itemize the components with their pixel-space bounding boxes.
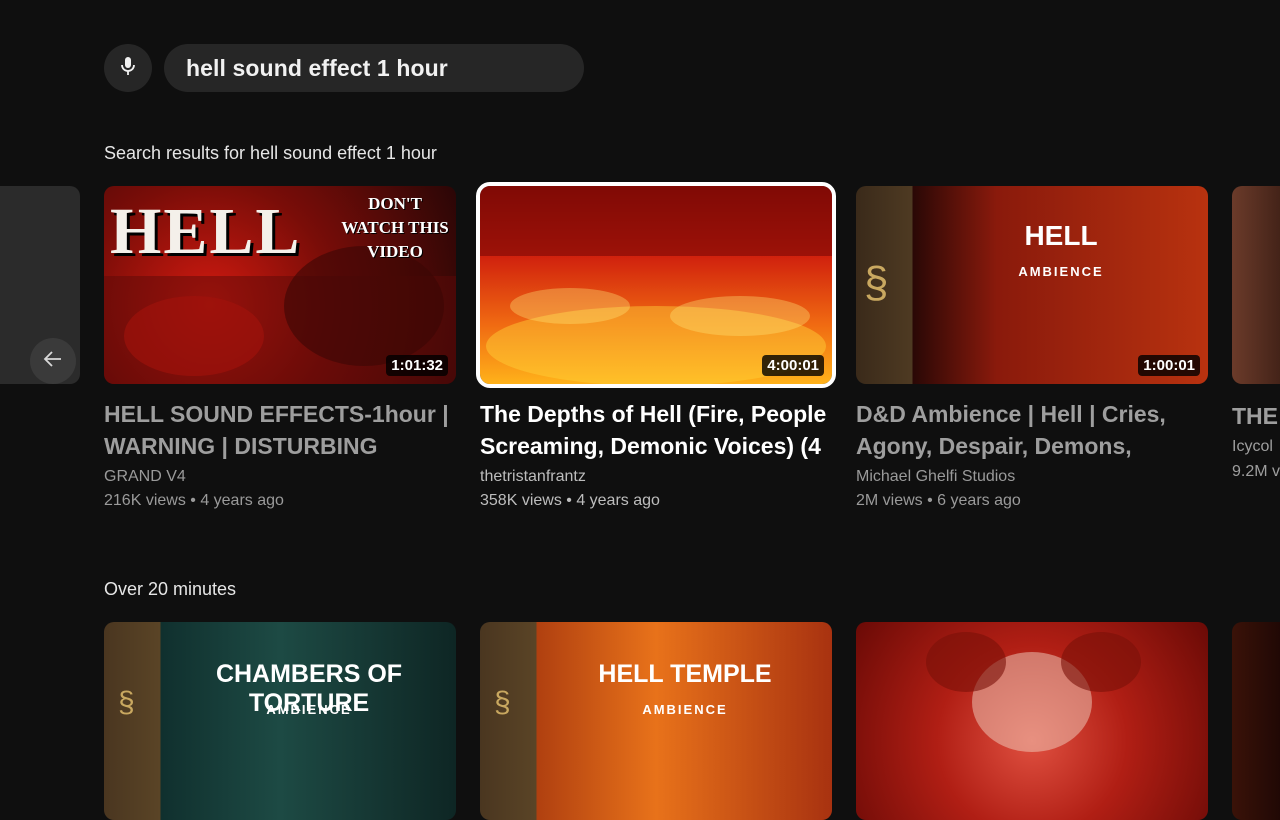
video-card[interactable]: § HELL TEMPLE AMBIENCE [480, 622, 832, 820]
microphone-icon [118, 55, 138, 82]
video-card[interactable] [856, 622, 1208, 820]
next-result-thumbnail[interactable] [1232, 622, 1280, 820]
video-thumbnail: 4:00:01 [476, 182, 836, 388]
thumbnail-title-text: HELL [1024, 220, 1098, 251]
studio-logo-icon: § [118, 686, 135, 719]
partial-video-title: THE [1232, 403, 1278, 429]
scroll-left-button[interactable] [30, 338, 76, 384]
video-duration: 1:00:01 [1138, 355, 1200, 376]
thumbnail-subtitle-text: AMBIENCE [266, 702, 352, 717]
thumbnail-art [926, 632, 1141, 752]
video-meta: 216K views • 4 years ago [104, 492, 284, 509]
channel-name: Michael Ghelfi Studios [856, 468, 1016, 485]
search-query-text: hell sound effect 1 hour [186, 54, 448, 81]
video-thumbnail: § HELL AMBIENCE 1:00:01 [856, 186, 1208, 384]
video-thumbnail: § CHAMBERS OF TORTURE AMBIENCE [104, 622, 456, 820]
thumbnail-subtitle-text: AMBIENCE [1018, 264, 1104, 279]
results-header: Search results for hell sound effect 1 h… [104, 143, 437, 163]
channel-name: thetristanfrantz [480, 468, 586, 485]
video-duration: 4:00:01 [762, 355, 824, 376]
video-meta: 358K views • 4 years ago [480, 492, 660, 509]
studio-logo-icon: § [494, 686, 511, 719]
video-thumbnail: § HELL TEMPLE AMBIENCE [480, 622, 832, 820]
partial-channel-name: Icycol [1232, 438, 1273, 455]
arrow-left-icon [42, 348, 64, 375]
video-card[interactable]: HELL DON'T WATCH THIS VIDEO 1:01:32 HELL… [104, 186, 456, 510]
thumbnail-subtitle-text: AMBIENCE [642, 702, 728, 717]
next-result-thumbnail[interactable] [1232, 186, 1280, 384]
video-card-focused[interactable]: 4:00:01 The Depths of Hell (Fire, People… [476, 182, 836, 510]
video-title: HELL SOUND EFFECTS-1hour | WARNING | DIS… [104, 401, 449, 459]
thumbnail-title-text: HELL [110, 195, 302, 268]
studio-logo-icon: § [864, 258, 889, 307]
video-title: The Depths of Hell (Fire, People Screami… [480, 401, 827, 459]
thumbnail-subtitle-text: DON'T WATCH THIS VIDEO [341, 194, 449, 261]
video-meta: 2M views • 6 years ago [856, 492, 1021, 509]
video-card[interactable]: § HELL AMBIENCE 1:00:01 D&D Ambience | H… [856, 186, 1208, 510]
video-thumbnail: HELL DON'T WATCH THIS VIDEO 1:01:32 [104, 186, 456, 384]
video-thumbnail [856, 622, 1208, 820]
search-input[interactable]: hell sound effect 1 hour [164, 44, 584, 92]
video-duration: 1:01:32 [386, 355, 448, 376]
video-card[interactable]: § CHAMBERS OF TORTURE AMBIENCE [104, 622, 456, 820]
thumbnail-title-text: HELL TEMPLE [598, 660, 772, 688]
partial-video-meta: 9.2M v [1232, 463, 1280, 480]
channel-name: GRAND V4 [104, 468, 186, 485]
section-header-over-20-minutes: Over 20 minutes [104, 579, 237, 599]
voice-search-button[interactable] [104, 44, 152, 92]
video-title: D&D Ambience | Hell | Cries, Agony, Desp… [856, 401, 1166, 459]
